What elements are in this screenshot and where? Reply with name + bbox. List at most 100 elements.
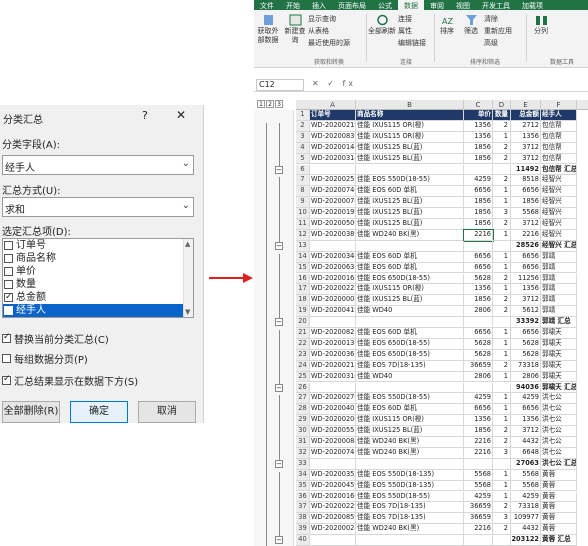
cell[interactable]: 2 <box>493 153 511 165</box>
row-number[interactable]: 8 <box>296 186 310 198</box>
cell[interactable]: 佳能 EOS 60D 单机 <box>356 262 464 274</box>
cell[interactable] <box>356 164 464 176</box>
item-checkbox[interactable] <box>4 267 13 276</box>
row-number[interactable]: 37 <box>296 502 310 514</box>
cell[interactable] <box>310 535 356 546</box>
cell[interactable]: 2216 <box>464 437 493 448</box>
row-number[interactable]: 5 <box>296 153 310 165</box>
table-row[interactable]: 8 WD-20200740 佳能 EOS 60D 单机 6656 1 6656 经智兴 <box>296 186 588 198</box>
cell[interactable]: 4432 <box>511 437 541 448</box>
cell[interactable]: 1856 <box>464 208 493 219</box>
cell[interactable]: 2216 <box>511 229 541 241</box>
cell[interactable]: 数量 <box>493 110 511 121</box>
cell[interactable]: WD-20200199 <box>310 208 356 219</box>
cell[interactable]: 佳能 EOS 650D(18-55) <box>356 338 464 350</box>
cell[interactable]: 黄蓉 <box>541 469 577 481</box>
cell[interactable]: 1856 <box>464 295 493 307</box>
cell[interactable]: 2 <box>493 306 511 318</box>
row-number[interactable]: 25 <box>296 371 310 383</box>
cell[interactable]: 1 <box>493 284 511 296</box>
item-checkbox[interactable] <box>4 254 13 263</box>
table-row[interactable]: 21 WD-20200827 佳能 EOS 60D 单机 6656 1 6656 郭啸天 <box>296 328 588 339</box>
cell[interactable]: WD-20200638 <box>310 262 356 274</box>
row-number[interactable]: 36 <box>296 491 310 503</box>
ribbon-tab[interactable]: 文件 <box>254 0 280 10</box>
row-number[interactable]: 16 <box>296 273 310 285</box>
cell[interactable]: 订单号 <box>310 110 356 121</box>
cell[interactable]: 郭啸天 <box>541 349 577 361</box>
cell[interactable]: 佳能 EOS 550D(18-55) <box>356 393 464 405</box>
cell[interactable]: 佳能 IXUS115 OR(橙) <box>356 120 464 132</box>
cell[interactable]: 6656 <box>464 262 493 274</box>
cell[interactable] <box>310 317 356 328</box>
close-icon[interactable]: ✕ <box>176 108 186 122</box>
cell[interactable]: 1 <box>493 469 511 481</box>
cell[interactable]: 黄蓉 <box>541 513 577 525</box>
list-scrollbar[interactable]: ▲ ▼ <box>183 239 193 317</box>
cell[interactable]: 经智兴 <box>541 175 577 187</box>
cell[interactable]: 1 <box>493 186 511 198</box>
row-number[interactable]: 39 <box>296 524 310 536</box>
cell[interactable]: 1856 <box>464 153 493 165</box>
cell[interactable]: 佳能 IXUS115 OR(橙) <box>356 415 464 427</box>
item-checkbox[interactable] <box>4 241 13 250</box>
row-number[interactable]: 27 <box>296 393 310 405</box>
ok-button[interactable]: 确定 <box>70 401 128 423</box>
cell[interactable]: 1356 <box>464 284 493 296</box>
cell[interactable]: WD-20200340 <box>310 251 356 263</box>
cell[interactable]: 11492 <box>511 164 541 176</box>
table-row[interactable]: 7 WD-20200257 佳能 EOS 550D(18-55) 4259 2 8518 经… <box>296 175 588 187</box>
table-row[interactable]: 14 WD-20200340 佳能 EOS 60D 单机 6656 1 6656 郭靖 <box>296 251 588 263</box>
cell[interactable] <box>464 317 493 328</box>
table-row[interactable]: 28 WD-20200405 佳能 EOS 60D 单机 6656 1 6656 洪七公 <box>296 404 588 416</box>
cell[interactable]: 佳能 WD240 BK(黑) <box>356 437 464 448</box>
remove-all-button[interactable]: 全部删除(R) <box>2 401 60 423</box>
ribbon-tab[interactable]: 视图 <box>450 0 476 10</box>
connections-button[interactable]: 连接 <box>398 15 434 24</box>
filter-button[interactable]: 筛选 <box>460 14 482 36</box>
column-header[interactable]: B <box>356 100 464 110</box>
column-header[interactable]: E <box>511 100 541 110</box>
cell[interactable]: 佳能 EOS 550D(18-135) <box>356 469 464 481</box>
cell[interactable]: 郭啸天 <box>541 371 577 383</box>
cell[interactable]: 洪七公 汇总 <box>541 458 577 470</box>
table-row[interactable]: 31 WD-20200084 佳能 WD240 BK(黑) 2216 2 4432 洪七公 <box>296 437 588 448</box>
table-row[interactable]: 22 WD-20200131 佳能 EOS 650D(18-55) 5628 1 5628… <box>296 338 588 350</box>
list-item[interactable]: 商品名称 <box>3 252 193 265</box>
column-header[interactable]: D <box>493 100 511 110</box>
row-number[interactable]: 20 <box>296 317 310 328</box>
help-button[interactable]: ? <box>142 109 148 122</box>
table-row[interactable]: 27 WD-20200270 佳能 EOS 550D(18-55) 4259 1 4259… <box>296 393 588 405</box>
cell[interactable]: 郭靖 <box>541 251 577 263</box>
row-number[interactable]: 19 <box>296 306 310 318</box>
outline-level-button[interactable]: 3 <box>275 100 283 108</box>
ribbon-tab[interactable]: 数据 <box>398 0 424 10</box>
table-row[interactable]: 35 WD-20200459 佳能 EOS 550D(18-135) 5568 1 556… <box>296 480 588 492</box>
cell[interactable]: 经智兴 <box>541 208 577 219</box>
table-row[interactable]: 9 WD-20200074 佳能 IXUS125 BL(蓝) 1856 1 1856 经智兴 <box>296 197 588 209</box>
ribbon-tab[interactable]: 公式 <box>372 0 398 10</box>
cell[interactable]: 佳能 EOS 60D 单机 <box>356 404 464 416</box>
cell[interactable] <box>493 317 511 328</box>
get-external-data-button[interactable]: 获取外部数据 <box>256 14 280 45</box>
cell[interactable]: 1 <box>493 251 511 263</box>
refresh-all-button[interactable]: 全部刷新 <box>368 14 396 36</box>
cell[interactable]: WD-20200827 <box>310 328 356 339</box>
cell[interactable]: 6656 <box>464 251 493 263</box>
cell[interactable]: 3 <box>493 447 511 459</box>
cell[interactable]: 6656 <box>464 328 493 339</box>
cell[interactable] <box>493 382 511 394</box>
row-number[interactable]: 11 <box>296 219 310 230</box>
cell[interactable]: 109977 <box>511 513 541 525</box>
cell[interactable]: 2806 <box>464 371 493 383</box>
row-number[interactable]: 4 <box>296 142 310 154</box>
cell[interactable]: 3712 <box>511 142 541 154</box>
cell[interactable]: 2 <box>493 175 511 187</box>
subtotal-row[interactable]: 40 203122 黄蓉 汇总 <box>296 535 588 546</box>
cell[interactable] <box>464 164 493 176</box>
row-number[interactable]: 2 <box>296 120 310 132</box>
ribbon-tab[interactable]: 页面布局 <box>332 0 372 10</box>
row-number[interactable]: 9 <box>296 197 310 209</box>
table-row[interactable]: 2 WD-20200219 佳能 IXUS115 OR(橙) 1356 2 2712 包信帮 <box>296 120 588 132</box>
cell[interactable]: 郭靖 <box>541 273 577 285</box>
